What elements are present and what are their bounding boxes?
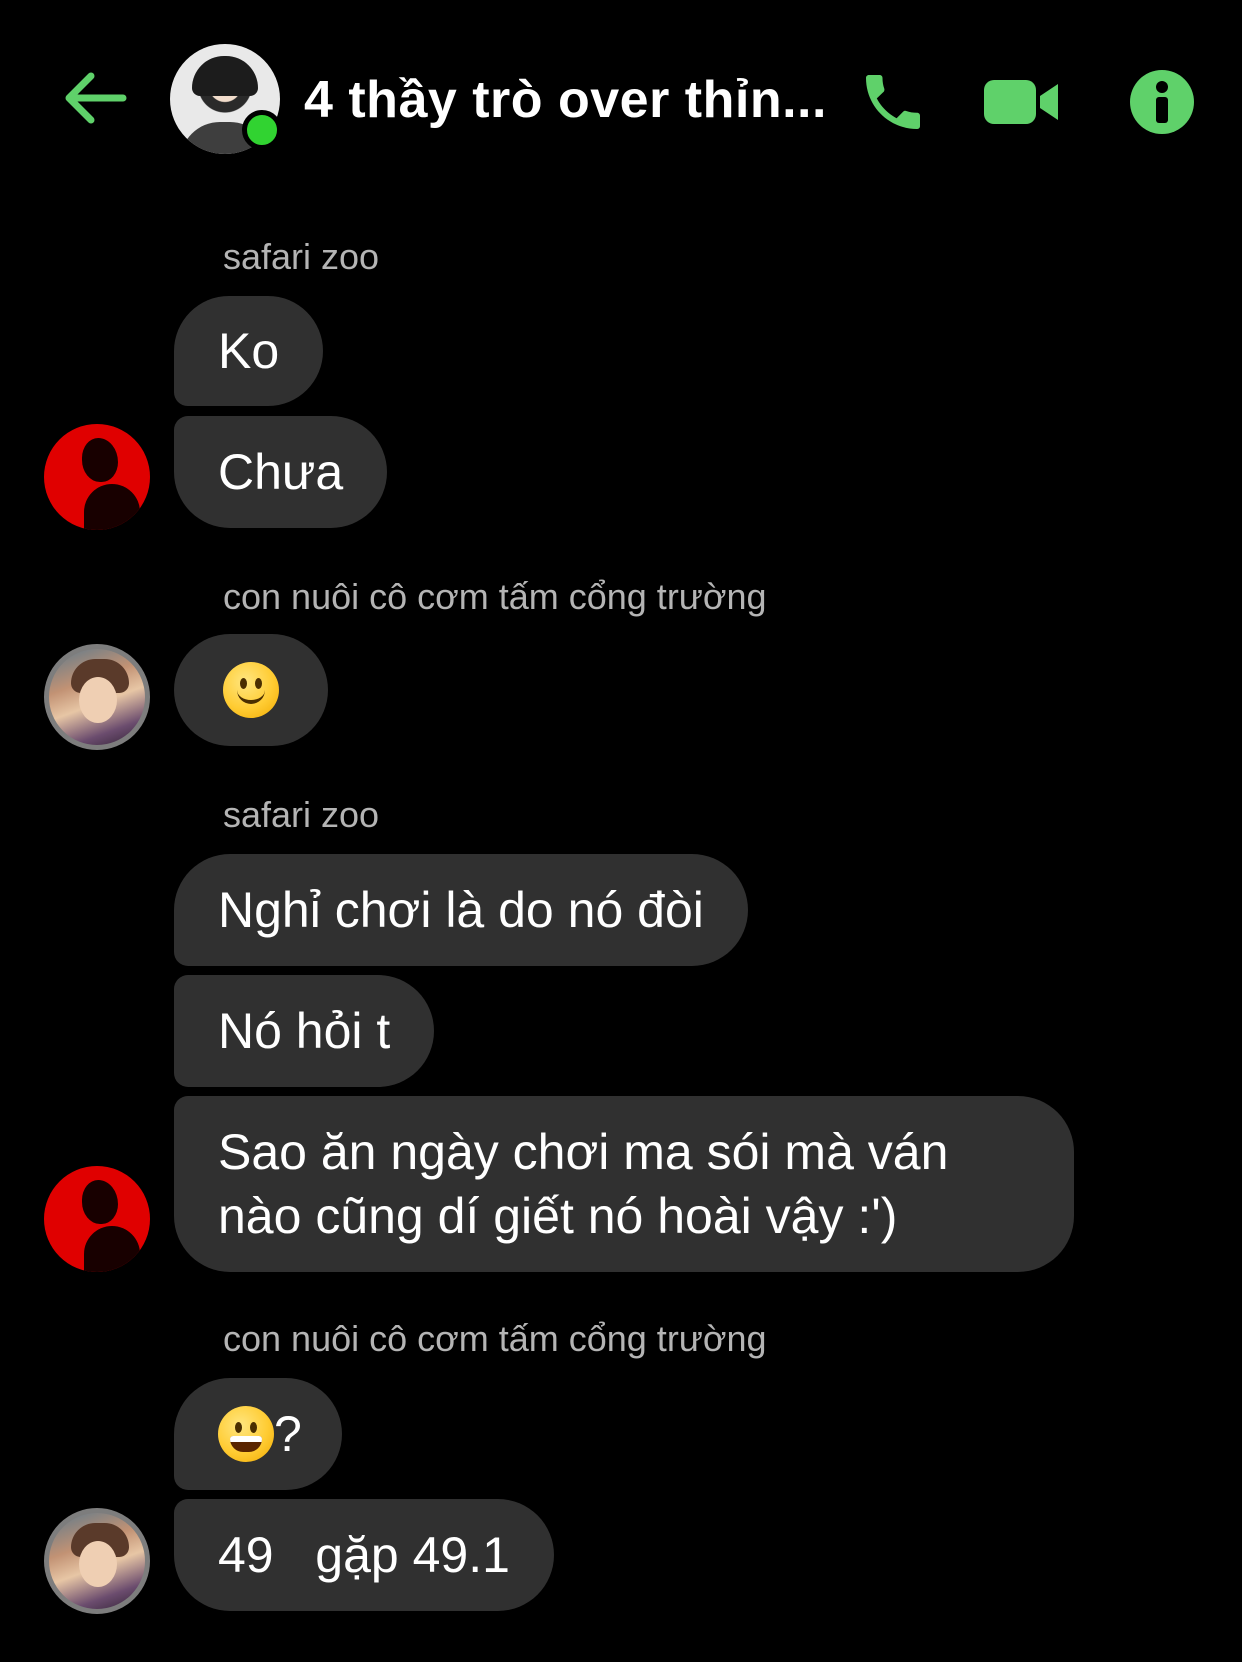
chat-title[interactable]: 4 thầy trò over thỉn... [304,70,827,130]
phone-icon [866,75,920,129]
grinning-face-icon [218,1406,274,1462]
message-bubble[interactable]: ? [174,1378,342,1490]
video-call-button[interactable] [982,62,1062,142]
sender-name: con nuôi cô cơm tấm cổng trường [223,576,767,617]
message-text: ? [274,1406,302,1462]
message-bubble[interactable]: Chưa [174,416,388,528]
video-camera-icon [984,80,1058,124]
message-text: Chưa [218,444,344,500]
sender-avatar[interactable] [44,1166,150,1272]
message-bubble[interactable] [174,634,328,746]
message-bubble[interactable]: Sao ăn ngày chơi ma sói mà ván nào cũng … [174,1096,1074,1272]
sender-avatar[interactable] [44,644,150,750]
online-indicator [242,110,282,150]
sender-avatar[interactable] [44,1508,150,1614]
back-arrow-icon [65,72,127,124]
back-button[interactable] [58,62,130,134]
sender-avatar[interactable] [44,424,150,530]
sender-name: safari zoo [223,236,380,277]
slightly-smiling-face-icon [223,662,279,718]
info-button[interactable] [1122,62,1202,142]
message-text: Sao ăn ngày chơi ma sói mà ván nào cũng … [218,1124,949,1244]
sender-name: con nuôi cô cơm tấm cổng trường [223,1318,767,1359]
message-text: Ko [218,323,280,379]
message-text: 49 gặp 49.1 [218,1527,510,1583]
message-bubble[interactable]: Ko [174,296,324,406]
message-text: Nghỉ chơi là do nó đòi [218,882,704,938]
message-bubble[interactable]: 49 gặp 49.1 [174,1499,554,1611]
message-text: Nó hỏi t [218,1003,391,1059]
group-avatar[interactable] [170,44,282,154]
message-bubble[interactable]: Nghỉ chơi là do nó đòi [174,854,748,966]
call-button[interactable] [853,62,933,142]
chat-header: 4 thầy trò over thỉn... [0,0,1242,200]
info-icon [1130,70,1194,134]
message-bubble[interactable]: Nó hỏi t [174,975,435,1087]
sender-name: safari zoo [223,794,380,835]
